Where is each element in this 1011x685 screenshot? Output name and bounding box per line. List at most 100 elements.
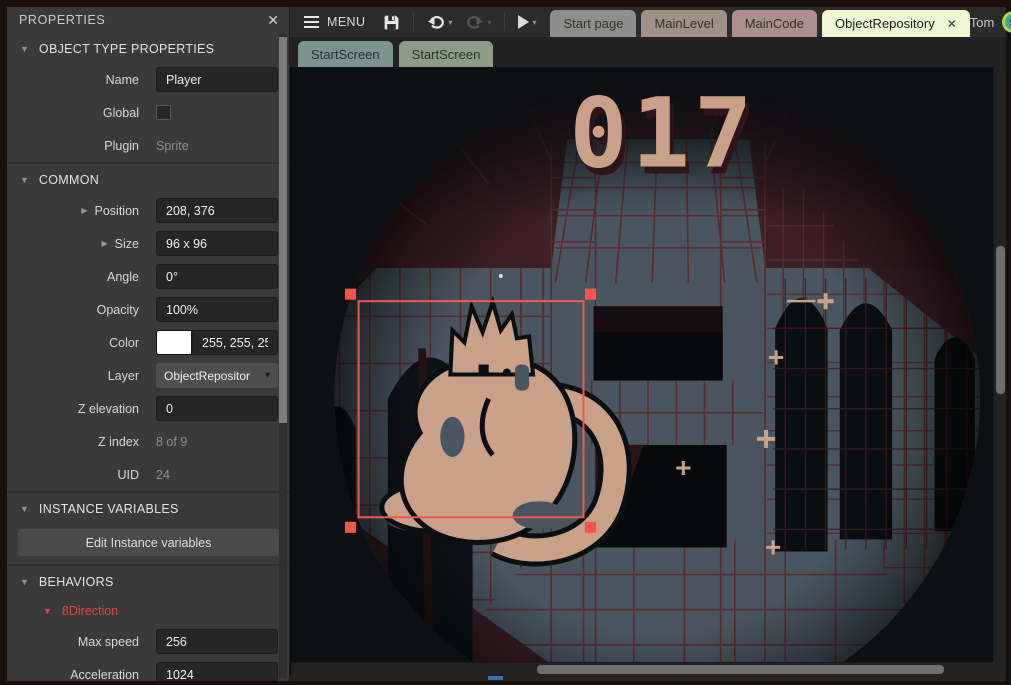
global-label: Global <box>103 106 139 120</box>
play-icon <box>518 15 529 29</box>
section-header-instance-variables[interactable]: ▼ INSTANCE VARIABLES <box>7 491 289 523</box>
z-elevation-input[interactable] <box>156 396 278 421</box>
collapse-triangle-icon: ▼ <box>20 577 29 587</box>
property-row-opacity: Opacity <box>7 293 289 326</box>
section-title: OBJECT TYPE PROPERTIES <box>39 42 214 56</box>
layout-canvas[interactable]: 017 017 <box>290 67 1006 675</box>
toolbar-separator <box>413 13 414 31</box>
tab-close-icon[interactable]: ✕ <box>947 17 957 31</box>
property-row-layer: Layer ObjectRepositor ▾ <box>7 359 289 392</box>
floppy-disk-icon <box>383 14 400 31</box>
selection-handle-top-left[interactable] <box>345 289 356 300</box>
redo-button[interactable]: ▾ <box>460 7 497 37</box>
section-header-behaviors[interactable]: ▼ BEHAVIORS <box>7 564 289 596</box>
caret-down-icon[interactable]: ▾ <box>448 18 452 27</box>
selection-handle-bottom-right[interactable] <box>585 522 596 533</box>
color-swatch[interactable] <box>156 330 192 355</box>
avatar-icon <box>1002 11 1011 33</box>
toolbar: MENU ▾ <box>290 7 1006 37</box>
tab-label: ObjectRepository <box>835 16 935 31</box>
property-row-uid: UID 24 <box>7 458 289 491</box>
layer-dropdown[interactable]: ObjectRepositor ▾ <box>156 363 278 388</box>
user-name: Tom <box>970 15 995 30</box>
tab-label: MainLevel <box>654 16 713 31</box>
scrollbar-corner <box>993 662 1006 675</box>
collapse-triangle-icon: ▼ <box>20 44 29 54</box>
selection-handle-bottom-left[interactable] <box>345 522 356 533</box>
undo-button[interactable]: ▾ <box>421 7 458 37</box>
property-row-z-index: Z index 8 of 9 <box>7 425 289 458</box>
save-button[interactable] <box>377 7 406 37</box>
canvas-horizontal-scrollbar[interactable] <box>291 662 993 675</box>
menu-button[interactable]: MENU <box>294 7 375 37</box>
behavior-name: 8Direction <box>62 604 118 618</box>
hamburger-icon <box>304 16 319 28</box>
properties-scrollbar[interactable] <box>279 34 287 678</box>
behavior-header-8direction[interactable]: ▼ 8Direction <box>7 596 289 625</box>
tab-objectrepository-active[interactable]: ObjectRepository ✕ <box>822 10 970 37</box>
tab-label: MainCode <box>745 16 804 31</box>
user-account[interactable]: Tom <box>970 7 1011 37</box>
collapse-triangle-icon: ▼ <box>20 175 29 185</box>
opacity-input[interactable] <box>156 297 278 322</box>
properties-panel: PROPERTIES ✕ ▼ OBJECT TYPE PROPERTIES Na… <box>7 7 290 681</box>
size-label: Size <box>115 237 139 251</box>
section-title: BEHAVIORS <box>39 575 114 589</box>
collapse-triangle-icon: ▼ <box>43 606 52 616</box>
layer-label: Layer <box>108 369 139 383</box>
angle-label: Angle <box>107 270 139 284</box>
position-input[interactable] <box>156 198 278 223</box>
app-window: PROPERTIES ✕ ▼ OBJECT TYPE PROPERTIES Na… <box>0 0 1011 685</box>
scene-view: 017 017 <box>291 67 993 662</box>
angle-input[interactable] <box>156 264 278 289</box>
collapse-triangle-icon: ▼ <box>20 504 29 514</box>
plugin-value: Sprite <box>156 139 189 153</box>
caret-down-icon[interactable]: ▾ <box>532 18 536 27</box>
section-header-common[interactable]: ▼ COMMON <box>7 162 289 194</box>
uid-value: 24 <box>156 468 170 482</box>
edit-instance-variables-button[interactable]: Edit Instance variables <box>18 529 279 556</box>
tab-label: Start page <box>563 16 623 31</box>
play-button[interactable]: ▾ <box>512 7 542 37</box>
property-row-position: ▶Position <box>7 194 289 227</box>
expand-triangle-icon[interactable]: ▶ <box>102 239 108 248</box>
horizontal-scrollbar-thumb[interactable] <box>537 665 944 674</box>
property-row-z-elevation: Z elevation <box>7 392 289 425</box>
canvas-vertical-scrollbar[interactable] <box>993 67 1006 662</box>
color-label: Color <box>109 336 139 350</box>
selection-handle-top-right[interactable] <box>585 289 596 300</box>
properties-panel-title: PROPERTIES <box>19 13 105 27</box>
property-row-angle: Angle <box>7 260 289 293</box>
layer-dropdown-value: ObjectRepositor <box>164 369 265 383</box>
subtab-startscreen-1[interactable]: StartScreen <box>298 41 393 67</box>
close-icon[interactable]: ✕ <box>267 12 279 29</box>
bottom-edge-strip <box>290 675 1006 681</box>
subtab-startscreen-2[interactable]: StartScreen <box>399 41 494 67</box>
tab-start-page[interactable]: Start page <box>550 10 636 37</box>
max-speed-input[interactable] <box>156 629 278 654</box>
expand-triangle-icon[interactable]: ▶ <box>81 206 87 215</box>
name-label: Name <box>106 73 139 87</box>
score-text: 017 017 <box>569 77 760 197</box>
property-row-max-speed: Max speed <box>7 625 289 658</box>
section-header-object-type[interactable]: ▼ OBJECT TYPE PROPERTIES <box>7 33 289 63</box>
undo-arrow-icon <box>427 14 445 30</box>
size-input[interactable] <box>156 231 278 256</box>
toolbar-separator <box>504 13 505 31</box>
global-checkbox[interactable] <box>156 105 171 120</box>
avatar[interactable] <box>1002 11 1011 33</box>
subtab-label: StartScreen <box>412 47 481 62</box>
section-title: INSTANCE VARIABLES <box>39 502 179 516</box>
tab-mainlevel[interactable]: MainLevel <box>641 10 726 37</box>
chevron-down-icon: ▾ <box>265 370 270 381</box>
color-input[interactable] <box>192 330 278 355</box>
tab-maincode[interactable]: MainCode <box>732 10 817 37</box>
acceleration-input[interactable] <box>156 662 278 681</box>
redo-arrow-icon <box>466 14 484 30</box>
name-input[interactable] <box>156 67 278 92</box>
toolbar-controls: MENU ▾ <box>294 7 542 37</box>
property-row-color: Color <box>7 326 289 359</box>
properties-panel-header: PROPERTIES ✕ <box>7 7 289 33</box>
properties-scrollbar-thumb[interactable] <box>279 37 287 423</box>
vertical-scrollbar-thumb[interactable] <box>996 246 1005 395</box>
